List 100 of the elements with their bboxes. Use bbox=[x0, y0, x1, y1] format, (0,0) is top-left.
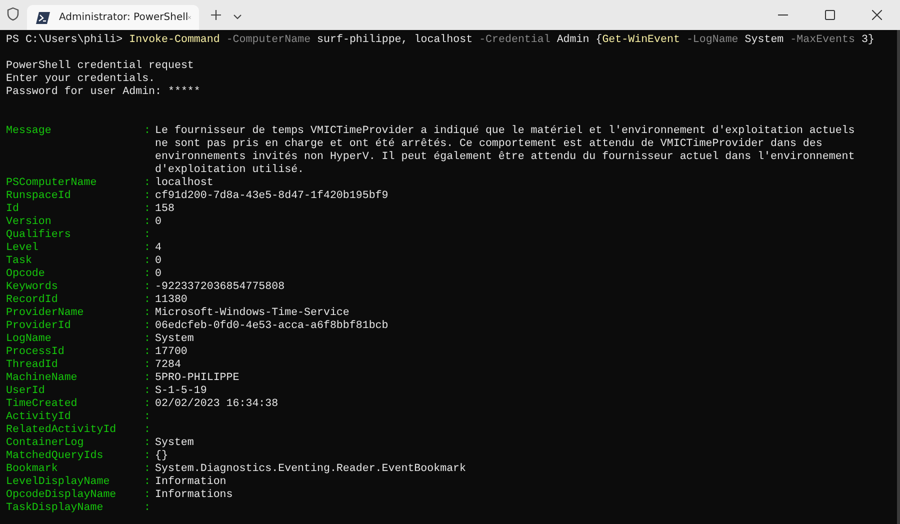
property-name: Opcode bbox=[6, 268, 46, 281]
property-name: ActivityId bbox=[6, 411, 72, 424]
colon-text: : bbox=[144, 502, 152, 515]
colon-text: : bbox=[144, 177, 152, 190]
property-name: PSComputerName bbox=[6, 177, 98, 190]
terminal-icon bbox=[36, 12, 50, 24]
property-name: Id bbox=[6, 203, 20, 216]
colon-text: : bbox=[144, 125, 152, 138]
property-value: System bbox=[155, 437, 195, 450]
property-value: {} bbox=[155, 450, 169, 463]
colon-text: : bbox=[144, 203, 152, 216]
colon-text: : bbox=[144, 372, 152, 385]
colon-text: : bbox=[144, 320, 152, 333]
colon-text: : bbox=[144, 307, 152, 320]
property-value: localhost bbox=[155, 177, 214, 190]
colon-text: : bbox=[144, 190, 152, 203]
property-name: Message bbox=[6, 125, 52, 138]
property-value: Informations bbox=[155, 489, 234, 502]
close-icon[interactable] bbox=[872, 10, 882, 20]
property-value: 0 bbox=[155, 255, 162, 268]
property-name: ProcessId bbox=[6, 346, 66, 359]
command-name: Get-WinEvent bbox=[602, 34, 680, 46]
argument-text: localhost bbox=[414, 34, 473, 46]
property-value: System.Diagnostics.Eventing.Reader.EventBookmark bbox=[155, 463, 468, 476]
colon-text: : bbox=[144, 229, 152, 242]
output-line: Enter your credentials. bbox=[6, 73, 156, 86]
property-name: TimeCreated bbox=[6, 398, 78, 411]
tab-title: Administrator: PowerShell bbox=[59, 12, 188, 23]
argument-text: System bbox=[744, 34, 784, 46]
property-value: Le fournisseur de temps VMICTimeProvider a indiqué que le matériel et l'environnement d'exploitation actuels ne sont pas pris en charge et ont été arrêtés. Ce comportement est attendu de VMICTimeProvider dans des environnements invités non HyperV. Il peut également être attendu du fournisseur actuel dans l'environnement d'exploitation utilisé. bbox=[155, 125, 856, 177]
property-name: Keywords bbox=[6, 281, 59, 294]
colon-text: : bbox=[144, 346, 152, 359]
shield-icon bbox=[7, 7, 19, 21]
property-name: RecordId bbox=[6, 294, 59, 307]
property-value: 02/02/2023 16:34:38 bbox=[155, 398, 280, 411]
property-name: Qualifiers bbox=[6, 229, 72, 242]
property-name: LevelDisplayName bbox=[6, 476, 111, 489]
property-value: cf91d200-7d8a-43e5-8d47-1f420b195bf9 bbox=[155, 190, 390, 203]
colon-text: : bbox=[144, 281, 152, 294]
argument-text: { bbox=[596, 34, 602, 46]
property-name: TaskDisplayName bbox=[6, 502, 104, 515]
colon-text: : bbox=[144, 242, 152, 255]
property-name: OpcodeDisplayName bbox=[6, 489, 118, 502]
parameter-name: -Credential bbox=[479, 34, 550, 46]
command-name: Invoke-Command bbox=[129, 34, 220, 46]
property-value: Information bbox=[155, 476, 228, 489]
property-name: MachineName bbox=[6, 372, 78, 385]
plus-icon[interactable] bbox=[211, 10, 221, 20]
colon-text: : bbox=[144, 437, 152, 450]
property-name: ThreadId bbox=[6, 359, 59, 372]
property-name: Bookmark bbox=[6, 463, 59, 476]
property-value: 4 bbox=[155, 242, 162, 255]
property-value: 17700 bbox=[155, 346, 188, 359]
property-name: Version bbox=[6, 216, 52, 229]
property-value: Microsoft-Windows-Time-Service bbox=[155, 307, 350, 320]
tab[interactable]: Administrator: PowerShell bbox=[27, 5, 199, 30]
prompt-text: PS C:\Users\phili> bbox=[6, 34, 123, 46]
output-line: Password for user Admin: ***** bbox=[6, 86, 202, 99]
property-name: ProviderName bbox=[6, 307, 85, 320]
chevron-down-icon[interactable] bbox=[233, 14, 242, 20]
parameter-name: -LogName bbox=[686, 34, 738, 46]
property-value: 158 bbox=[155, 203, 176, 216]
colon-text: : bbox=[144, 411, 152, 424]
property-value: 0 bbox=[155, 268, 162, 281]
property-value: 5PRO-PHILIPPE bbox=[155, 372, 240, 385]
colon-text: : bbox=[144, 463, 152, 476]
colon-text: : bbox=[144, 476, 152, 489]
argument-text: 3} bbox=[861, 34, 874, 46]
colon-text: : bbox=[144, 424, 152, 437]
property-name: LogName bbox=[6, 333, 52, 346]
argument-text: surf-philippe, bbox=[317, 34, 408, 46]
property-name: Level bbox=[6, 242, 40, 255]
property-name: ContainerLog bbox=[6, 437, 85, 450]
property-value: S-1-5-19 bbox=[155, 385, 208, 398]
colon-text: : bbox=[144, 216, 152, 229]
property-value: 7284 bbox=[155, 359, 182, 372]
colon-text: : bbox=[144, 385, 152, 398]
output-line: PowerShell credential request bbox=[6, 60, 195, 73]
property-name: RelatedActivityId bbox=[6, 424, 118, 437]
maximize-icon[interactable] bbox=[825, 10, 835, 20]
property-name: Task bbox=[6, 255, 33, 268]
colon-text: : bbox=[144, 398, 152, 411]
property-value: 06edcfeb-0fd0-4e53-acca-a6f8bbf81bcb bbox=[155, 320, 390, 333]
property-value: -9223372036854775808 bbox=[155, 281, 286, 294]
colon-text: : bbox=[144, 359, 152, 372]
property-value: 0 bbox=[155, 216, 162, 229]
property-name: MatchedQueryIds bbox=[6, 450, 104, 463]
colon-text: : bbox=[144, 255, 152, 268]
colon-text: : bbox=[144, 333, 152, 346]
argument-text: Admin bbox=[556, 34, 590, 46]
property-name: ProviderId bbox=[6, 320, 72, 333]
colon-text: : bbox=[144, 450, 152, 463]
colon-text: : bbox=[144, 268, 152, 281]
colon-text: : bbox=[144, 294, 152, 307]
property-value: 11380 bbox=[155, 294, 188, 307]
parameter-name: -ComputerName bbox=[226, 34, 311, 46]
parameter-name: -MaxEvents bbox=[790, 34, 855, 46]
property-value: System bbox=[155, 333, 195, 346]
property-name: UserId bbox=[6, 385, 46, 398]
colon-text: : bbox=[144, 489, 152, 502]
